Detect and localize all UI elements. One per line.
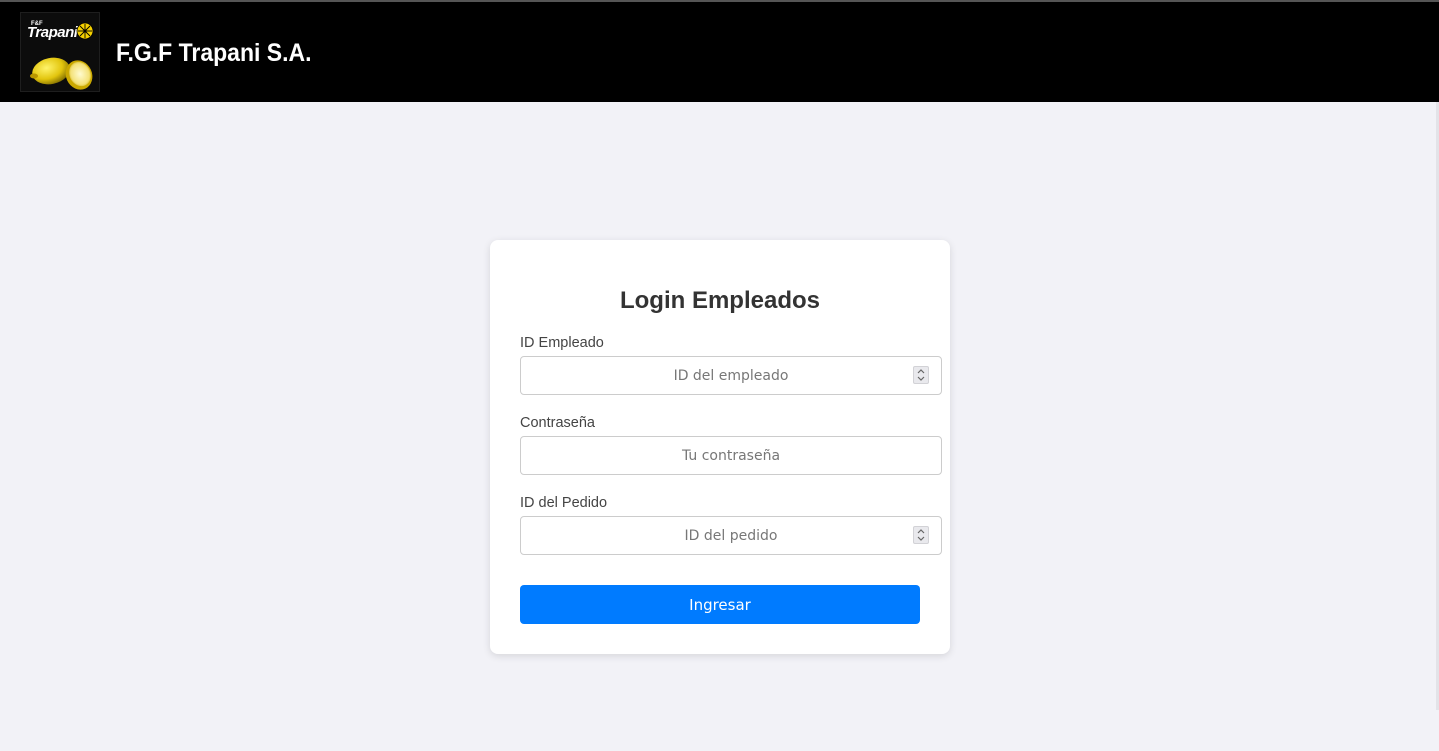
login-card: Login Empleados ID Empleado Contraseña I… [490,240,950,654]
site-header: F&F Trapani F.G.F Trapani S.A. [0,2,1439,102]
lemon-logo-icon: F&F Trapani [27,21,94,90]
employee-id-input[interactable] [520,356,942,395]
number-spinner-icon [917,369,925,381]
page-title: Login Empleados [619,287,820,314]
brand-title: F.G.F Trapani S.A. [116,39,312,67]
employee-id-label: ID Empleado [520,335,604,351]
password-input[interactable] [520,436,942,475]
password-label: Contraseña [520,415,595,431]
login-submit-button[interactable]: Ingresar [520,585,920,624]
logo-text: Trapani [27,24,79,41]
number-spinner-icon [917,529,925,541]
order-id-input[interactable] [520,516,942,555]
employee-id-spinner[interactable] [913,366,929,384]
order-id-label: ID del Pedido [520,495,608,511]
brand-logo[interactable]: F&F Trapani [20,12,100,92]
order-id-spinner[interactable] [913,526,929,544]
